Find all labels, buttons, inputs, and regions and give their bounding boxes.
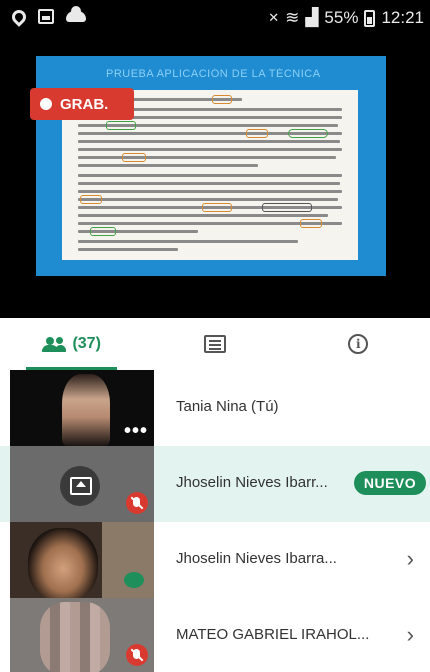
mic-off-icon [126, 644, 148, 666]
presentation-view[interactable]: PRUEBA APLICACIÓN DE LA TÉCNICA GRAB. [0, 36, 430, 318]
recording-label: GRAB. [60, 95, 109, 113]
chevron-right-icon[interactable]: › [407, 546, 414, 572]
participant-name: MATEO GABRIEL IRAHOL... [176, 626, 370, 643]
presenting-icon [60, 466, 100, 506]
participant-presenting [10, 446, 154, 522]
recording-badge: GRAB. [30, 88, 134, 120]
participant-name: Jhoselin Nieves Ibarra... [176, 550, 337, 567]
cell-signal-icon: ▟ [305, 8, 319, 27]
participant-name: Tania Nina (Tú) [176, 398, 279, 415]
participant-name: Jhoselin Nieves Ibarr... [176, 474, 328, 491]
battery-percent: 55% [324, 8, 359, 27]
participant-row[interactable]: Jhoselin Nieves Ibarr... NUEVO [0, 446, 430, 522]
mic-off-icon [126, 492, 148, 514]
people-count: (37) [72, 335, 101, 352]
location-icon [9, 6, 29, 27]
mute-vibrate-icon: ✕ [268, 10, 280, 25]
record-dot-icon [40, 98, 52, 110]
chat-icon [203, 335, 226, 353]
tab-chat[interactable] [143, 318, 286, 370]
wifi-icon: ≋ [285, 8, 300, 27]
new-badge: NUEVO [354, 471, 426, 495]
participant-row[interactable]: Jhoselin Nieves Ibarra... › [0, 522, 430, 598]
battery-icon [364, 9, 376, 27]
participant-list: ••• Tania Nina (Tú) Jhoselin Nieves Ibar… [0, 370, 430, 672]
tab-people[interactable]: (37) [0, 318, 143, 370]
tab-info[interactable]: i [287, 318, 430, 370]
cloud-icon [66, 6, 86, 22]
image-notification-icon [38, 9, 54, 24]
audio-level-icon [124, 572, 144, 588]
clock: 12:21 [381, 8, 424, 27]
tab-bar: (37) i [0, 318, 430, 370]
info-icon: i [348, 334, 369, 354]
more-options-icon[interactable]: ••• [124, 421, 148, 441]
participant-video [10, 598, 154, 672]
participant-row[interactable]: ••• Tania Nina (Tú) [0, 370, 430, 446]
people-icon [42, 337, 67, 352]
participant-video: ••• [10, 370, 154, 446]
participant-row[interactable]: MATEO GABRIEL IRAHOL... › [0, 598, 430, 672]
status-bar: ✕ ≋ ▟ 55% 12:21 [0, 0, 430, 36]
chevron-right-icon[interactable]: › [407, 622, 414, 648]
slide-title: PRUEBA APLICACIÓN DE LA TÉCNICA [106, 68, 321, 80]
participant-video [10, 522, 154, 598]
